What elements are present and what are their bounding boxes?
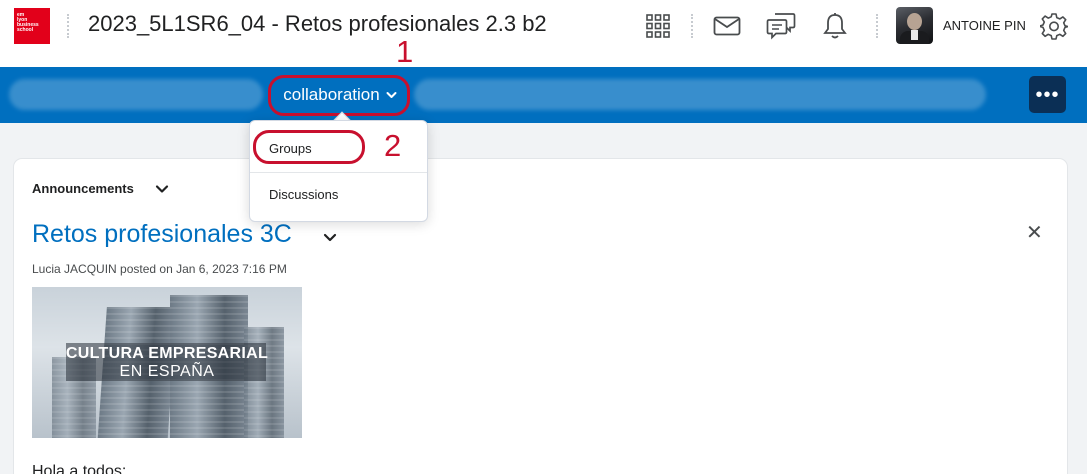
header-separator <box>691 14 693 38</box>
avatar-face <box>907 13 922 30</box>
dismiss-announcement-button[interactable]: ✕ <box>1026 223 1043 243</box>
school-logo[interactable]: em lyon business school <box>14 8 50 44</box>
annotation-oval-2 <box>253 130 365 164</box>
annotation-number-1: 1 <box>396 34 414 69</box>
nav-items-blurred[interactable] <box>414 79 986 110</box>
header-separator <box>876 14 878 38</box>
announcement-title-link[interactable]: Retos profesionales 3C <box>32 220 292 249</box>
announcement-image[interactable]: CULTURA EMPRESARIAL EN ESPAÑA <box>32 287 302 438</box>
chat-icon[interactable] <box>763 8 799 44</box>
course-title[interactable]: 2023_5L1SR6_04 - Retos profesionales 2.3… <box>88 11 547 37</box>
announcements-heading[interactable]: Announcements <box>32 181 134 196</box>
image-caption-line-1: CULTURA EMPRESARIAL <box>65 345 269 362</box>
menu-item-discussions[interactable]: Discussions <box>250 171 427 217</box>
image-caption-line-2: EN ESPAÑA <box>119 363 215 380</box>
header-separator <box>67 14 69 38</box>
chevron-down-icon[interactable] <box>154 181 170 197</box>
course-navbar: collaboration ••• <box>0 67 1087 123</box>
avatar-collar <box>911 30 918 40</box>
gear-icon[interactable] <box>1036 8 1072 44</box>
annotation-oval-1 <box>268 75 410 116</box>
nav-item-blurred[interactable] <box>9 79 263 110</box>
user-name[interactable]: ANTOINE PIN <box>943 18 1026 33</box>
annotation-number-2: 2 <box>384 128 402 163</box>
menu-item-discussions-label: Discussions <box>269 186 339 202</box>
app-grid-icon[interactable] <box>640 8 676 44</box>
more-options-button[interactable]: ••• <box>1029 76 1066 113</box>
chevron-down-icon[interactable] <box>322 232 338 244</box>
user-avatar[interactable] <box>896 7 933 44</box>
announcement-meta: Lucia JACQUIN posted on Jan 6, 2023 7:16… <box>32 262 287 276</box>
top-header: em lyon business school 2023_5L1SR6_04 -… <box>0 0 1087 67</box>
logo-line-4: school <box>17 27 34 33</box>
announcement-body: Hola a todos: <box>32 463 127 474</box>
announcements-widget: Announcements Retos profesionales 3C ✕ L… <box>14 159 1067 474</box>
mail-icon[interactable] <box>709 8 745 44</box>
bell-icon[interactable] <box>817 8 853 44</box>
